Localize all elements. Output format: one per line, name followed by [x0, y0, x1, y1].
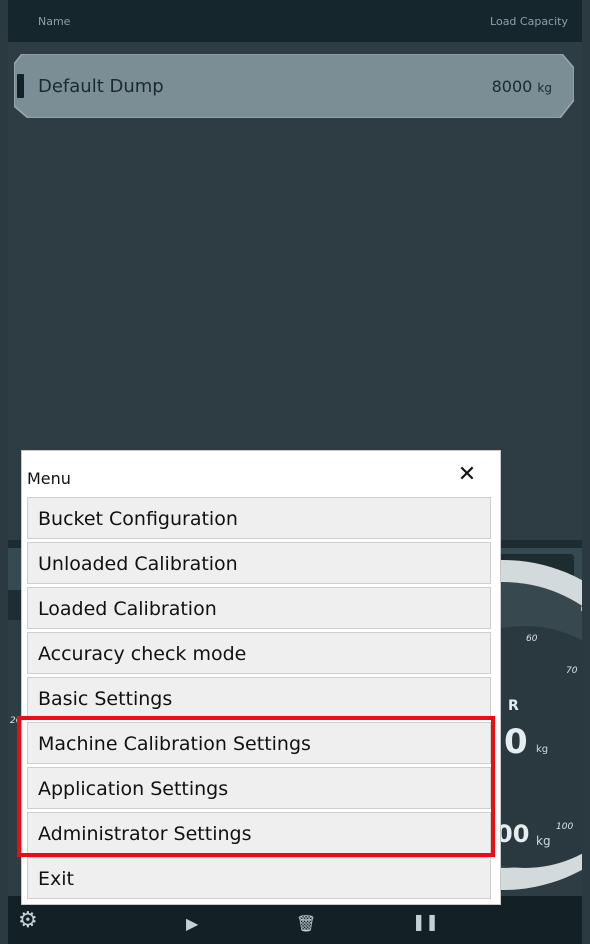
gauge-scale-100: 100 — [556, 822, 574, 832]
play-icon[interactable]: ▶ — [186, 916, 198, 932]
pause-icon[interactable]: ❚❚ — [412, 914, 439, 930]
gauge-unit: kg — [536, 744, 549, 755]
menu-item-exit[interactable]: Exit — [27, 857, 491, 899]
gauge-mode: R — [508, 698, 519, 714]
gauge-scale-70: 70 — [566, 666, 578, 676]
menu-dialog: Menu ✕ Bucket Configuration Unloaded Cal… — [22, 451, 500, 904]
capacity-unit: kg — [537, 81, 552, 95]
gauge-scale-20: 20 — [10, 716, 22, 726]
row-divider — [466, 66, 467, 106]
menu-item-bucket-configuration[interactable]: Bucket Configuration — [27, 497, 491, 539]
menu-title: Menu — [27, 469, 71, 488]
menu-item-administrator-settings[interactable]: Administrator Settings — [27, 812, 491, 854]
gauge-scale-60: 60 — [526, 634, 538, 644]
menu-item-unloaded-calibration[interactable]: Unloaded Calibration — [27, 542, 491, 584]
name-column-header: Name — [38, 15, 71, 28]
capacity-icon: ⌂ — [580, 600, 582, 614]
menu-item-loaded-calibration[interactable]: Loaded Calibration — [27, 587, 491, 629]
gauge-total: 00 — [496, 820, 530, 848]
menu-item-application-settings[interactable]: Application Settings — [27, 767, 491, 809]
selection-tab — [17, 74, 24, 98]
truck-name: Default Dump — [38, 76, 164, 97]
menu-item-accuracy-check-mode[interactable]: Accuracy check mode — [27, 632, 491, 674]
capacity-value: 8000 — [491, 77, 533, 96]
list-header: Name Load Capacity — [8, 0, 582, 42]
close-icon[interactable]: ✕ — [455, 463, 479, 487]
truck-capacity: 8000 kg — [492, 77, 552, 96]
gauge-total-unit: kg — [536, 834, 551, 848]
gauge-digit: 0 — [504, 722, 528, 762]
load-capacity-column-header: Load Capacity — [490, 15, 568, 28]
menu-item-machine-calibration-settings[interactable]: Machine Calibration Settings — [27, 722, 491, 764]
trash-icon[interactable]: 🗑 — [296, 916, 316, 932]
menu-item-basic-settings[interactable]: Basic Settings — [27, 677, 491, 719]
truck-list-item[interactable]: Default Dump 8000 kg — [14, 54, 574, 118]
gear-icon[interactable]: ⚙ — [18, 910, 38, 932]
